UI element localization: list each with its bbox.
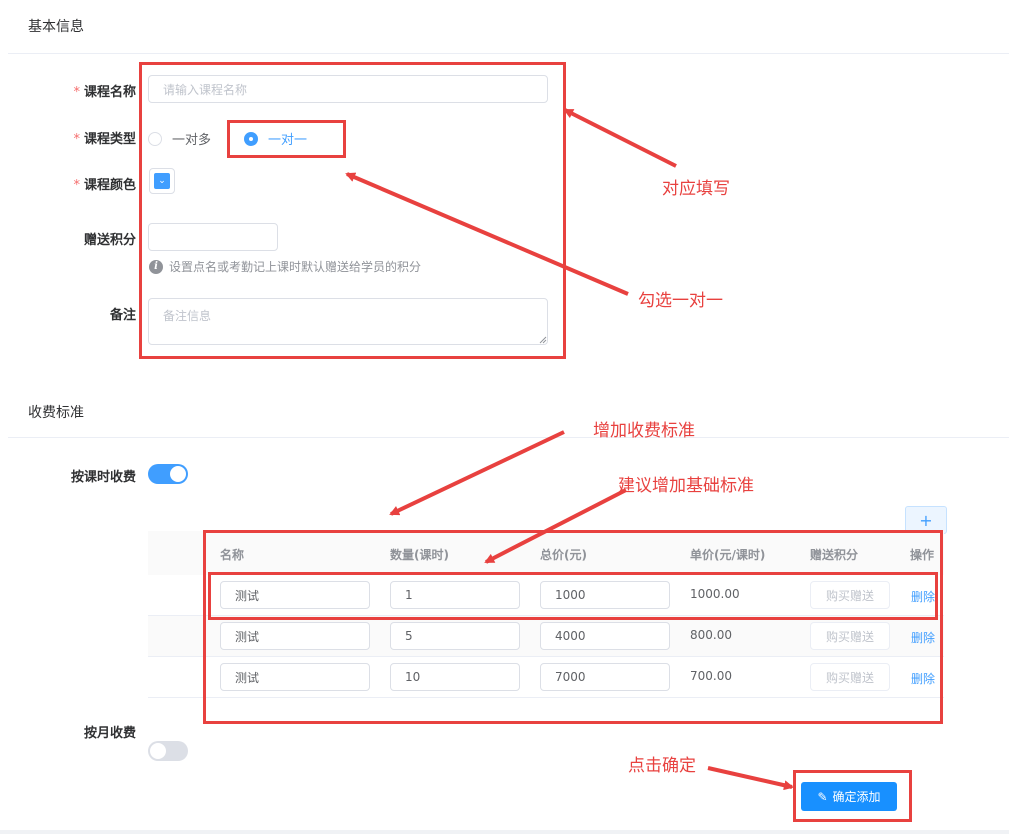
arrow-to-submit (707, 766, 794, 791)
arrow-to-basic-box (563, 108, 677, 168)
annotation-arrows (345, 108, 794, 791)
arrow-to-radio (345, 172, 629, 296)
arrow-to-add-fee (389, 430, 565, 516)
arrow-to-table-row (484, 488, 627, 564)
